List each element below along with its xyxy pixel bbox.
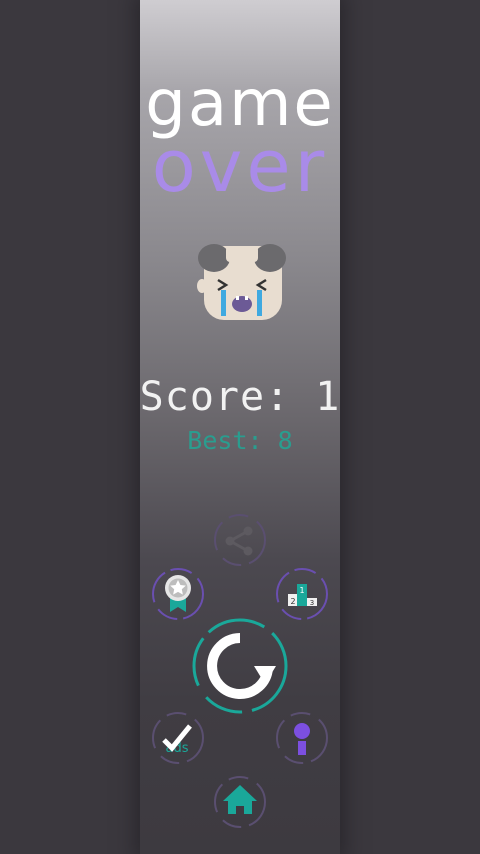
leaderboard-button[interactable]: 2 1 3 [274, 566, 330, 622]
podium-icon: 2 1 3 [276, 568, 328, 620]
home-button[interactable] [212, 774, 268, 830]
podium-rank-2: 2 [290, 597, 295, 606]
best-line: Best: 8 [0, 426, 480, 455]
best-label: Best: [187, 426, 263, 455]
share-button[interactable] [212, 512, 268, 568]
game-over-title-line2: over [151, 124, 329, 208]
home-icon [214, 776, 266, 828]
score-value: 1 [315, 374, 341, 420]
remove-ads-button[interactable]: ads [150, 710, 206, 766]
score-label: Score: [139, 374, 291, 420]
crying-face-icon [197, 244, 286, 320]
share-icon [214, 514, 266, 566]
podium-rank-3: 3 [310, 599, 314, 607]
info-icon [276, 712, 328, 764]
info-button[interactable] [274, 710, 330, 766]
checkmark-icon: ads [152, 712, 204, 764]
achievements-button[interactable] [150, 566, 206, 622]
ribbon-medal-icon [152, 568, 204, 620]
score-line: Score: 1 [0, 374, 480, 420]
restart-button[interactable] [190, 616, 290, 716]
podium-rank-1: 1 [299, 586, 304, 595]
best-value: 8 [277, 426, 293, 455]
restart-arrow-icon [192, 618, 288, 714]
